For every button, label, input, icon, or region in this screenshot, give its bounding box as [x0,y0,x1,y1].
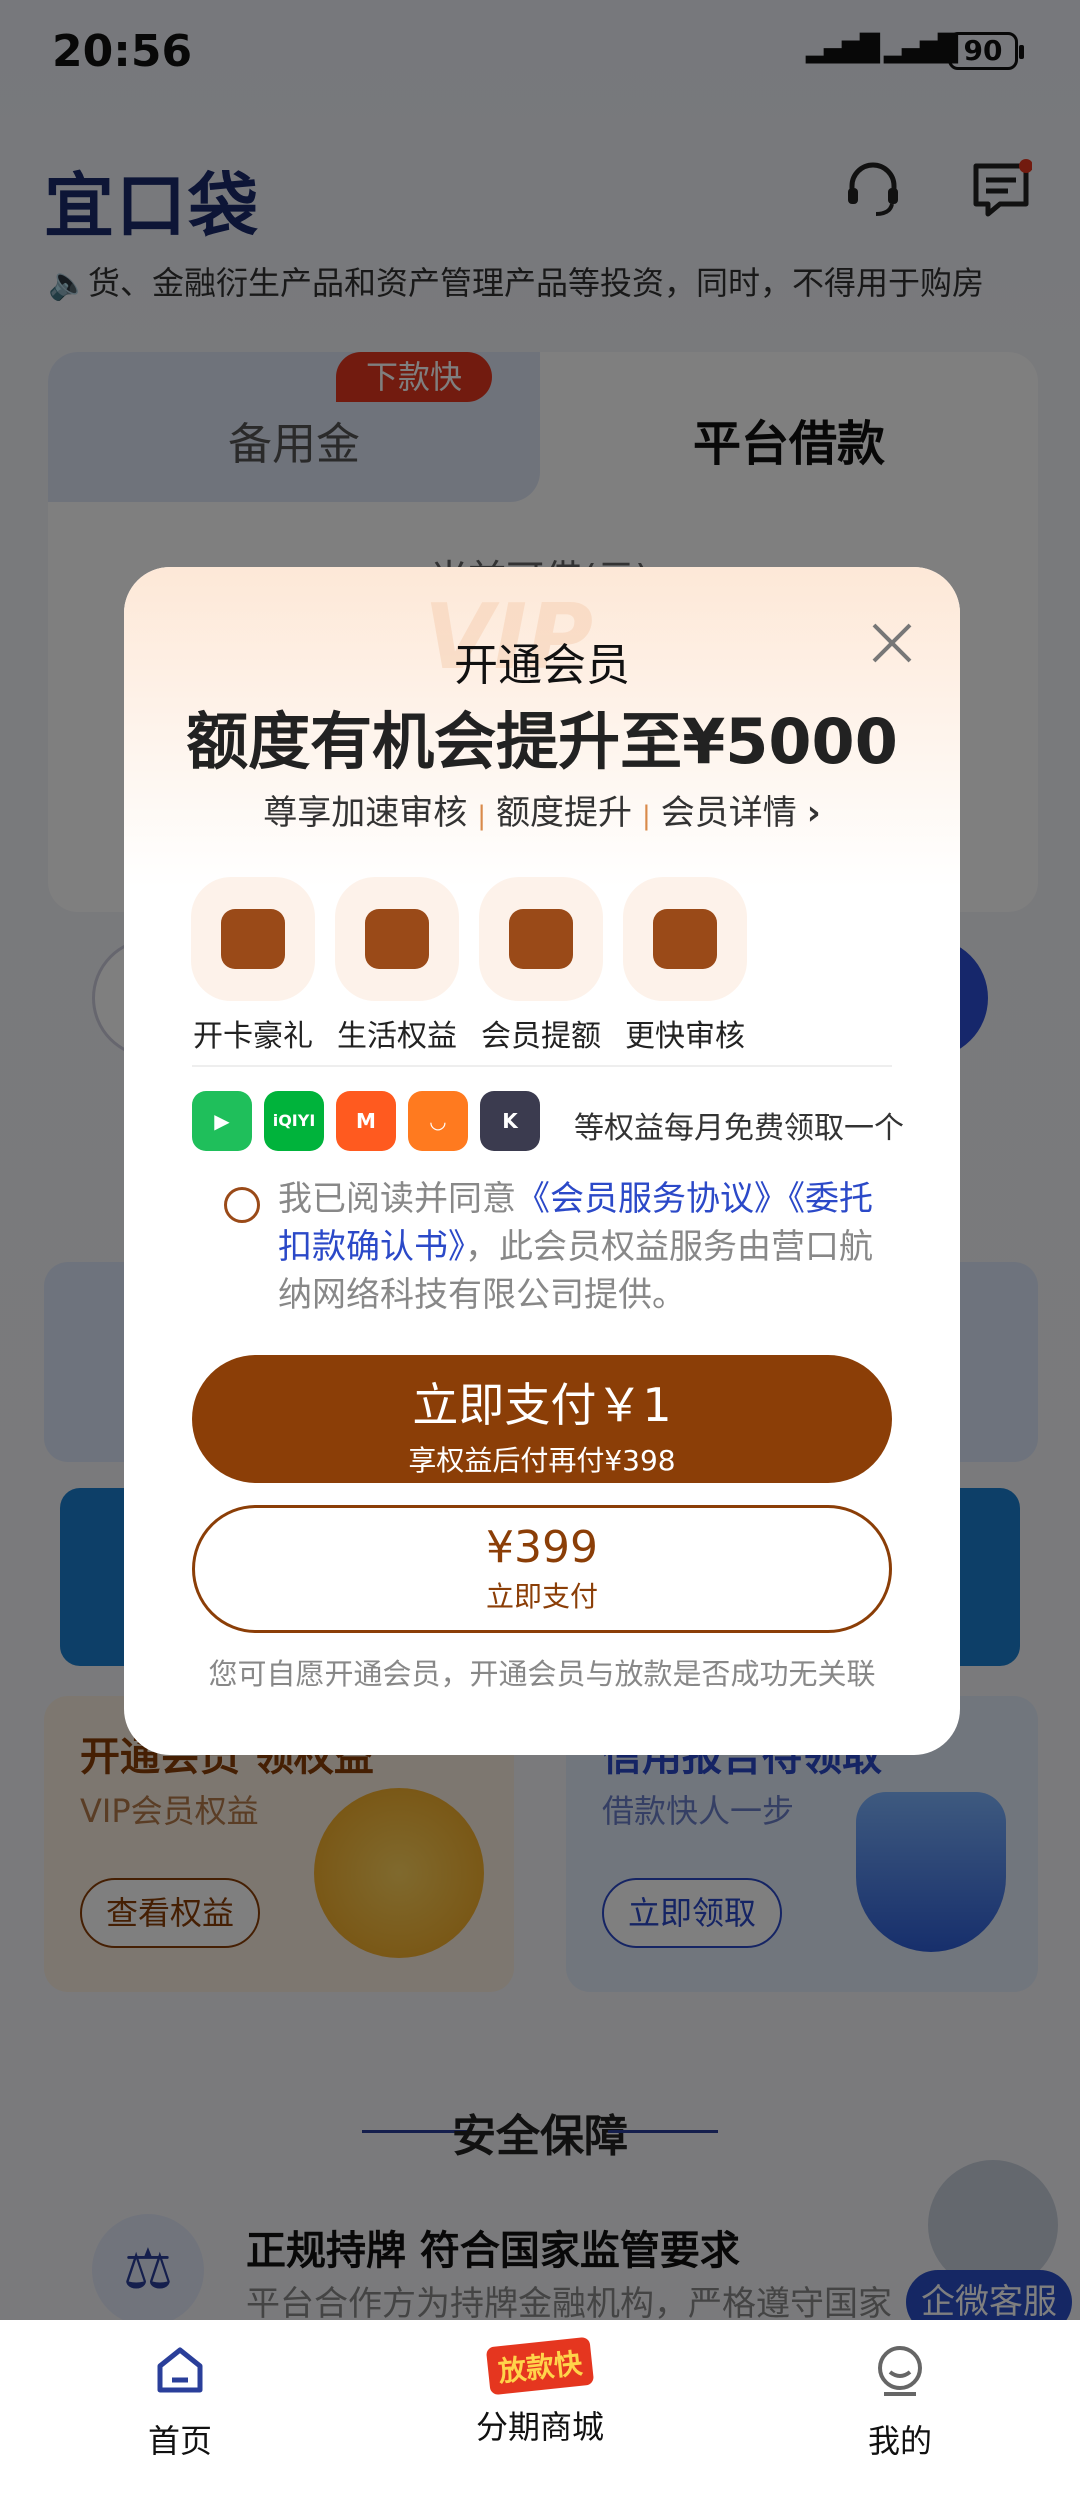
member-agreement-link[interactable]: 《会员服务协议》 [516,1179,788,1219]
feature-1: 尊享加速审核 [263,793,468,833]
pay-full-label: 立即支付 [485,1580,598,1613]
apps-description: 等权益每月免费领取一个 [574,1111,904,1146]
agreement-text: 我已阅读并同意《会员服务协议》《委托扣款确认书》，此会员权益服务由营口航纳网络科… [278,1175,898,1319]
bottom-tab-bar: 首页 放款快 分期商城 我的 [0,2320,1080,2504]
benefit-life[interactable]: 生活权益 [332,877,462,1055]
vip-modal: VIP 开通会员 额度有机会提升至¥5000 尊享加速审核 | 额度提升 | 会员详情 ›… [124,567,960,1755]
tab-profile[interactable]: 我的 [790,2342,1010,2462]
mango-tv-icon: M [336,1091,396,1151]
tencent-video-icon: ▶ [192,1091,252,1151]
benefit-label: 更快审核 [625,1019,745,1054]
home-icon [157,2347,203,2393]
feature-3: 会员详情 [660,793,797,833]
tab-home[interactable]: 首页 [70,2342,290,2462]
video-icon [365,909,429,969]
pay-now-button[interactable]: 立即支付￥1 享权益后付再付¥398 [192,1355,892,1483]
benefits-row: 开卡豪礼 生活权益 会员提额 更快审核 [188,877,748,1054]
fangkuankuai-icon: 放款快 [485,2336,595,2396]
pay-full-button[interactable]: ¥399 立即支付 [192,1505,892,1633]
tab-home-label: 首页 [147,2422,212,2460]
divider [192,1065,892,1067]
pay-full-price: ¥399 [486,1522,598,1573]
tab-installment-mall[interactable]: 放款快 分期商城 [430,2336,650,2448]
iqiyi-icon: iQIYI [264,1091,324,1151]
tab-mall-label: 分期商城 [475,2408,604,2446]
benefit-label: 开卡豪礼 [193,1019,313,1054]
modal-title: 开通会员 [454,640,630,691]
profile-icon [878,2346,922,2396]
pay-now-label: 立即支付￥1 [412,1378,672,1432]
youku-icon: ◡ [408,1091,468,1151]
coupon-icon [509,909,573,969]
disclaimer-text: 您可自愿开通会员，开通会员与放款是否成功无关联 [208,1657,876,1691]
feature-line[interactable]: 尊享加速审核 | 额度提升 | 会员详情 › [124,785,960,834]
benefit-label: 生活权益 [337,1019,457,1054]
modal-headline: 额度有机会提升至¥5000 [186,705,898,778]
benefit-label: 会员提额 [481,1019,601,1054]
review-icon [653,909,717,969]
benefit-review[interactable]: 更快审核 [620,877,750,1055]
feature-2: 额度提升 [495,793,632,833]
chevron-right-icon: › [806,793,821,833]
kuke-icon: K [480,1091,540,1151]
benefit-card-gift[interactable]: 开卡豪礼 [188,877,318,1055]
tab-profile-label: 我的 [867,2422,932,2460]
pay-now-sub: 享权益后付再付¥398 [408,1444,676,1477]
card-icon [221,909,285,969]
agreement-prefix: 我已阅读并同意 [278,1179,516,1219]
benefit-limit[interactable]: 会员提额 [476,877,606,1055]
agree-checkbox[interactable] [224,1187,260,1223]
partner-apps-row: ▶ iQIYI M ◡ K 等权益每月免费领取一个 [192,1091,912,1155]
